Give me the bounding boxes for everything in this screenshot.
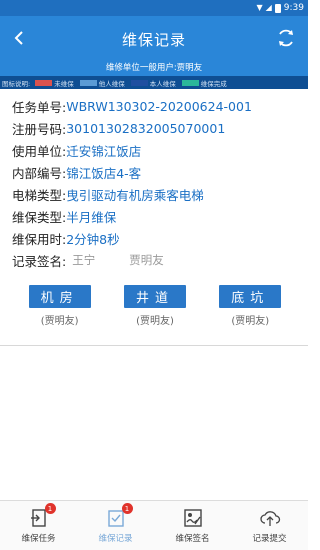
legend-item: 他人维保 [79, 78, 125, 88]
nav-label-submit: 记录提交 [252, 534, 287, 544]
machine-room-signer: (贾明友) [40, 316, 79, 327]
signature-name-2: 贾明友 [129, 253, 164, 267]
bottom-nav: 1 维保任务 1 维保记录 维保签名 记录提交 [0, 500, 308, 550]
unit-row: 使用单位: 迁安锦江饭店 [12, 139, 308, 161]
task-icon: 1 [28, 503, 56, 529]
battery-icon [274, 3, 281, 13]
machine-room-group: 机房 (贾明友) [26, 285, 94, 327]
chevron-left-icon [14, 31, 23, 45]
legend-item-label: 他人维保 [98, 79, 125, 88]
nav-item-submit[interactable]: 记录提交 [231, 501, 308, 550]
signal-icon: ◢ [265, 3, 272, 12]
legend-item: 未维保 [35, 78, 74, 88]
hoistway-group: 井道 (贾明友) [121, 285, 189, 327]
task-no-value: WBRW130302-20200624-001 [66, 98, 252, 114]
record-icon: 1 [105, 503, 133, 529]
reg-no-label: 注册号码: [12, 121, 67, 137]
record-info: 任务单号: WBRW130302-20200624-001 注册号码: 3010… [0, 89, 308, 271]
pit-signer: (贾明友) [231, 316, 270, 327]
hoistway-signer: (贾明友) [136, 316, 174, 327]
elevator-type-value: 曳引驱动有机房乘客电梯 [66, 187, 204, 203]
back-button[interactable] [8, 27, 30, 49]
maint-type-value: 半月维保 [66, 209, 117, 225]
legend-label: 图标说明: [2, 79, 31, 88]
upload-cloud-icon [259, 507, 281, 529]
legend-item: 本人维保 [130, 78, 176, 88]
status-time: 9:39 [283, 3, 304, 13]
legend-item-label: 本人维保 [149, 79, 176, 88]
signature-name-1: 王宁 [72, 253, 96, 267]
internal-no-value: 锦江饭店4-客 [66, 165, 142, 181]
pit-button[interactable]: 底坑 [219, 285, 282, 308]
nav-label-tasks: 维保任务 [21, 534, 56, 544]
records-badge: 1 [121, 503, 133, 514]
duration-row: 维保用时: 2分钟8秒 [12, 227, 308, 249]
reg-no-value: 30101302832005070001 [66, 120, 226, 136]
legend-swatch [35, 79, 53, 86]
refresh-icon [279, 29, 293, 47]
wifi-icon: ▼ [256, 3, 263, 12]
status-bar: ▼ ◢ 9:39 [0, 0, 308, 16]
tasks-badge: 1 [44, 503, 56, 514]
user-subtitle: 维修单位一般用户:贾明友 [0, 62, 308, 76]
pit-group: 底坑 (贾明友) [216, 285, 284, 327]
nav-label-signature: 维保签名 [175, 534, 210, 544]
section-buttons: 机房 (贾明友) 井道 (贾明友) 底坑 (贾明友) [0, 277, 308, 327]
legend-swatch [79, 79, 97, 86]
legend-item: 维保完成 [181, 78, 227, 88]
legend-item-label: 未维保 [54, 79, 74, 88]
elevator-type-label: 电梯类型: [12, 187, 67, 203]
hoistway-button[interactable]: 井道 [123, 285, 186, 308]
duration-value: 2分钟8秒 [66, 231, 120, 247]
internal-no-label: 内部编号: [12, 165, 67, 181]
icon-legend: 图标说明: 未维保 他人维保 本人维保 维保完成 [0, 76, 308, 89]
signature-icon [182, 507, 204, 529]
legend-swatch [130, 79, 148, 86]
nav-item-tasks[interactable]: 1 维保任务 [0, 501, 77, 550]
maint-type-row: 维保类型: 半月维保 [12, 205, 308, 227]
elevator-type-row: 电梯类型: 曳引驱动有机房乘客电梯 [12, 183, 308, 205]
internal-no-row: 内部编号: 锦江饭店4-客 [12, 161, 308, 183]
task-no-row: 任务单号: WBRW130302-20200624-001 [12, 95, 308, 117]
legend-swatch [181, 79, 199, 86]
nav-item-signature[interactable]: 维保签名 [154, 501, 231, 550]
reg-no-row: 注册号码: 30101302832005070001 [12, 117, 308, 139]
page-title: 维保记录 [121, 30, 186, 49]
unit-label: 使用单位: [12, 143, 67, 159]
task-no-label: 任务单号: [12, 99, 67, 115]
app-bar: 维保记录 [0, 16, 308, 62]
machine-room-button[interactable]: 机房 [28, 285, 91, 308]
signature-label: 记录签名: [12, 253, 67, 269]
legend-item-label: 维保完成 [200, 79, 227, 88]
signature-row: 记录签名: 王宁 贾明友 [12, 249, 308, 271]
divider [0, 345, 308, 346]
maint-type-label: 维保类型: [12, 209, 67, 225]
duration-label: 维保用时: [12, 231, 67, 247]
nav-item-records[interactable]: 1 维保记录 [77, 501, 154, 550]
nav-label-records: 维保记录 [98, 534, 133, 544]
refresh-button[interactable] [274, 26, 298, 50]
unit-value: 迁安锦江饭店 [66, 143, 142, 159]
